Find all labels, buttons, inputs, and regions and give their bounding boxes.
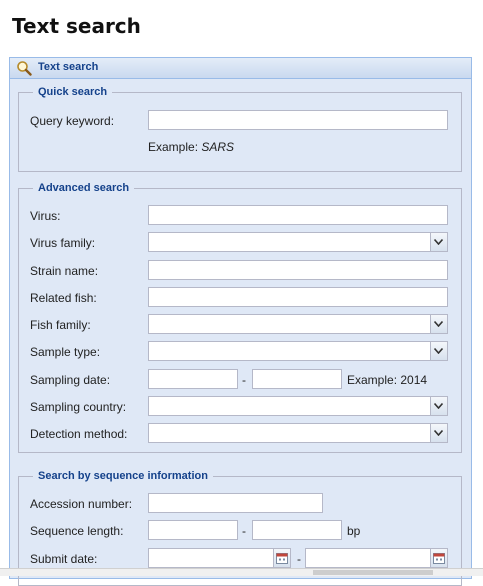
related-fish-label: Related fish: xyxy=(30,291,97,305)
strain-name-label: Strain name: xyxy=(30,264,99,278)
detection-method-label: Detection method: xyxy=(30,427,128,441)
submit-date-label: Submit date: xyxy=(30,552,98,566)
sequence-length-min-input[interactable] xyxy=(148,520,238,540)
sampling-date-to-input[interactable] xyxy=(252,369,342,389)
scrollbar-thumb[interactable] xyxy=(313,570,433,575)
page-title: Text search xyxy=(12,14,141,38)
chevron-down-icon[interactable] xyxy=(430,233,447,251)
submit-date-from-field[interactable] xyxy=(148,548,291,568)
chevron-down-icon[interactable] xyxy=(430,397,447,415)
calendar-icon[interactable] xyxy=(273,549,290,567)
chevron-down-icon[interactable] xyxy=(430,424,447,442)
submit-date-separator: - xyxy=(297,552,301,566)
panel-header: Text search xyxy=(10,58,471,79)
virus-input[interactable] xyxy=(148,205,448,225)
chevron-down-icon[interactable] xyxy=(430,342,447,360)
sequence-search-legend: Search by sequence information xyxy=(33,470,213,482)
sequence-length-unit: bp xyxy=(347,524,361,538)
advanced-search-legend: Advanced search xyxy=(33,182,135,194)
virus-family-select[interactable] xyxy=(148,232,448,252)
sampling-date-from-input[interactable] xyxy=(148,369,238,389)
fish-family-select[interactable] xyxy=(148,314,448,334)
sequence-length-label: Sequence length: xyxy=(30,524,124,538)
query-example: Example: SARS xyxy=(148,140,235,154)
sampling-date-separator: - xyxy=(242,373,246,387)
advanced-search-fieldset: Advanced search Virus: Virus family: Str… xyxy=(18,182,462,453)
strain-name-input[interactable] xyxy=(148,260,448,280)
sampling-date-example: Example: 2014 xyxy=(347,373,428,387)
sampling-date-label: Sampling date: xyxy=(30,373,111,387)
submit-date-to-field[interactable] xyxy=(305,548,448,568)
sampling-country-select[interactable] xyxy=(148,396,448,416)
related-fish-input[interactable] xyxy=(148,287,448,307)
virus-label: Virus: xyxy=(30,209,61,223)
text-search-panel: Text search Quick search Query keyword: … xyxy=(9,57,472,586)
sample-type-select[interactable] xyxy=(148,341,448,361)
virus-family-label: Virus family: xyxy=(30,236,96,250)
fish-family-label: Fish family: xyxy=(30,318,91,332)
sequence-length-max-input[interactable] xyxy=(252,520,342,540)
panel-title: Text search xyxy=(38,61,99,73)
quick-search-legend: Quick search xyxy=(33,86,113,98)
sequence-length-separator: - xyxy=(242,524,246,538)
calendar-icon[interactable] xyxy=(430,549,447,567)
detection-method-select[interactable] xyxy=(148,423,448,443)
query-keyword-label: Query keyword: xyxy=(30,114,115,128)
chevron-down-icon[interactable] xyxy=(430,315,447,333)
accession-number-input[interactable] xyxy=(148,493,323,513)
magnifier-icon xyxy=(16,60,32,76)
accession-number-label: Accession number: xyxy=(30,497,133,511)
query-keyword-input[interactable] xyxy=(148,110,448,130)
sample-type-label: Sample type: xyxy=(30,345,101,359)
quick-search-fieldset: Quick search Query keyword: Example: SAR… xyxy=(18,86,462,172)
sampling-country-label: Sampling country: xyxy=(30,400,127,414)
